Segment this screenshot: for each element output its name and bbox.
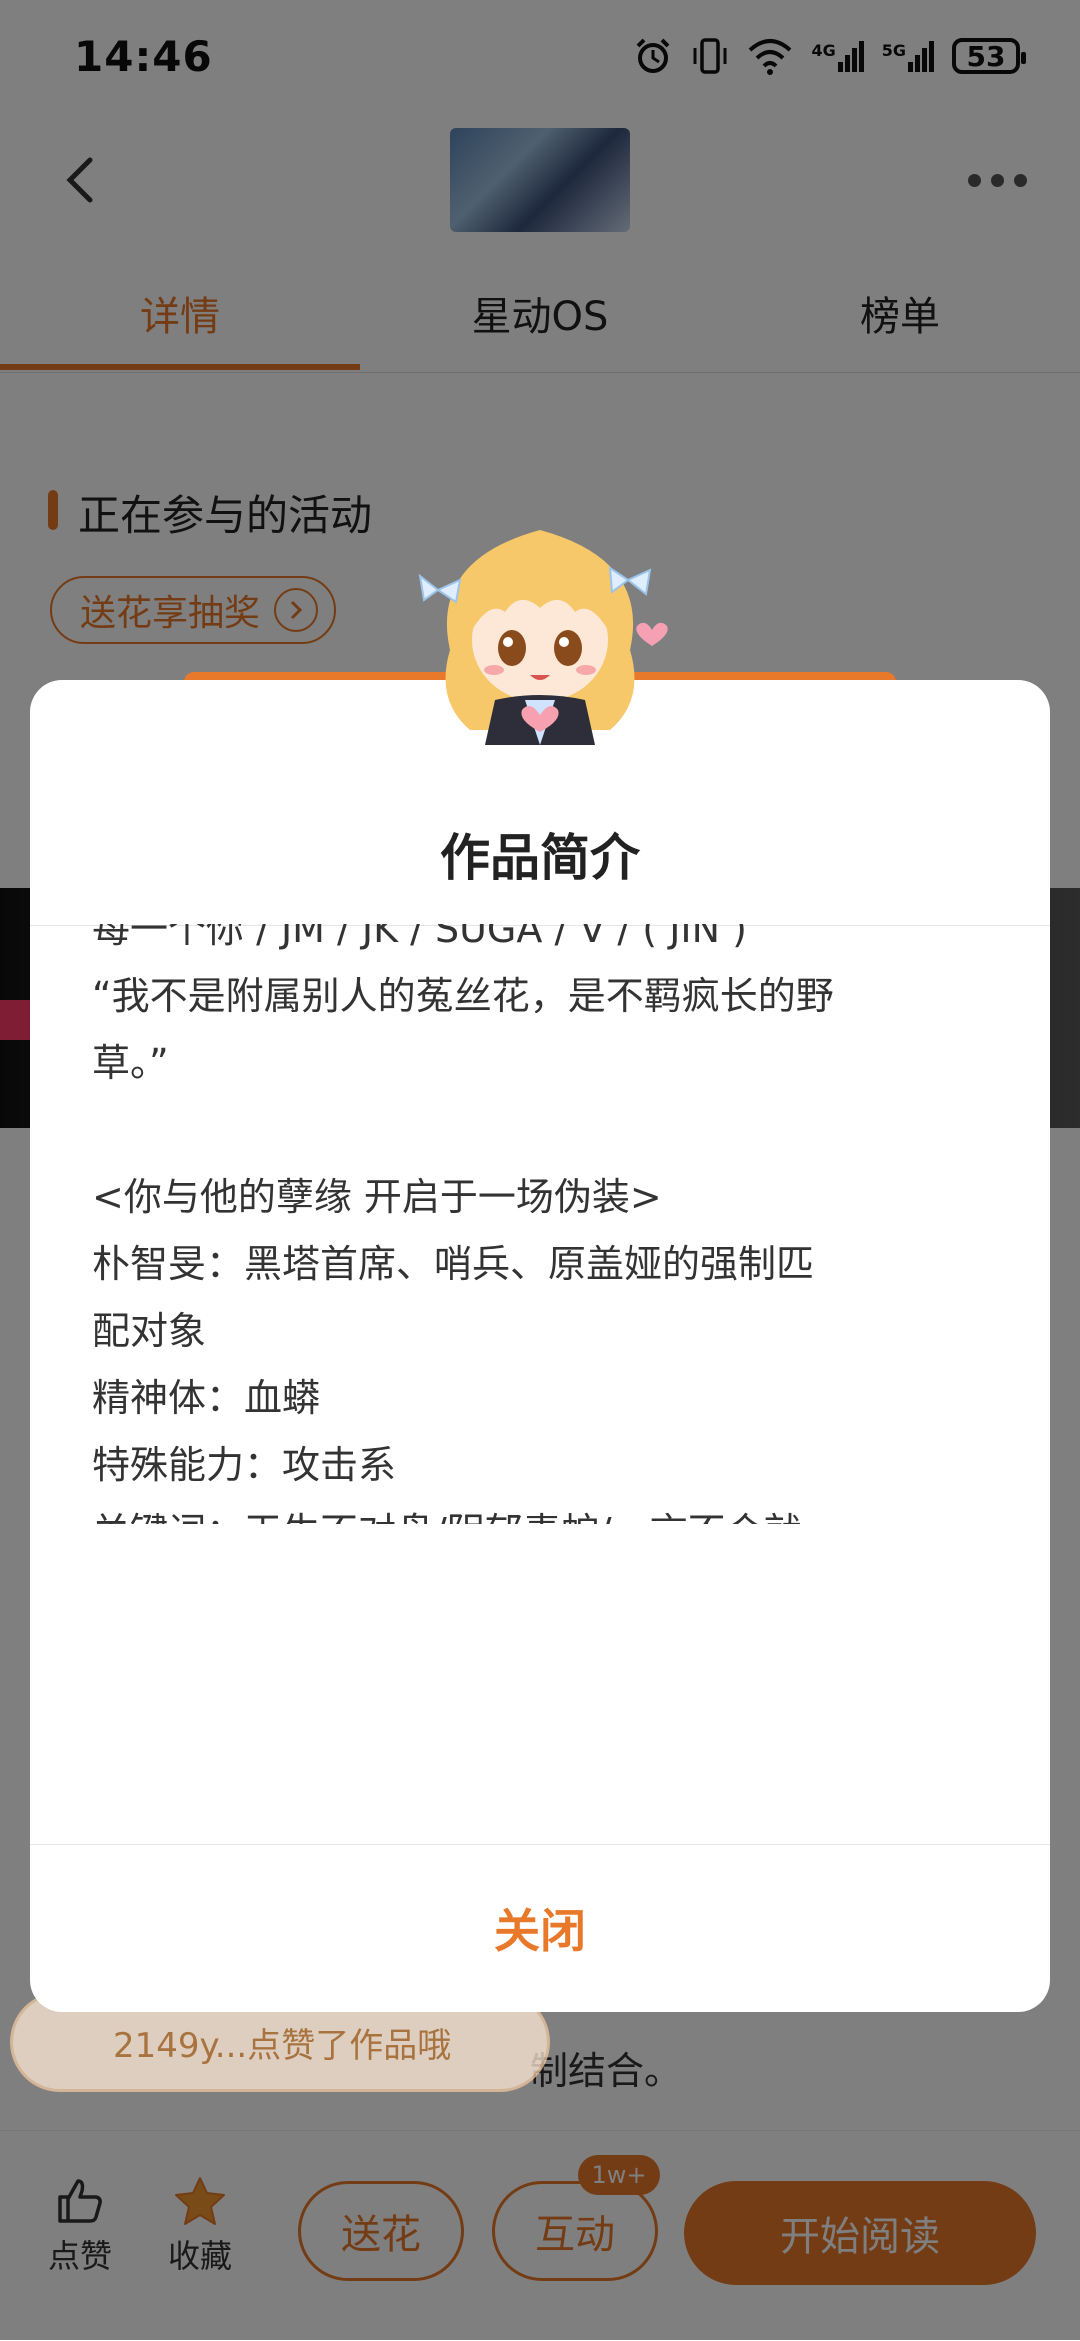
mascot-girl-icon [418, 530, 668, 745]
synopsis-line: “我不是附属别人的菟丝花，是不羁疯长的野 [92, 974, 834, 1018]
synopsis-line: 关键词：天生不对盘/阴郁毒蛇/一言不合就 [92, 1499, 1012, 1524]
synopsis-line: <你与他的孽缘 开启于一场伪装> [92, 1175, 662, 1219]
synopsis-line: 特殊能力：攻击系 [92, 1443, 397, 1487]
synopsis-line: 朴智旻：黑塔首席、哨兵、原盖娅的强制匹 [92, 1242, 815, 1286]
synopsis-line: 每一个你 / JM / JK / SUGA / V / ( JIN ) [92, 924, 747, 951]
synopsis-scroll-area[interactable]: 每一个你 / JM / JK / SUGA / V / ( JIN ) “我不是附… [92, 924, 1012, 1524]
synopsis-line: 配对象 [92, 1309, 207, 1353]
toast-text: 2149y...点赞了作品哦 [113, 2025, 452, 2066]
synopsis-line: 精神体：血蟒 [92, 1376, 321, 1420]
synopsis-dialog: 作品简介 每一个你 / JM / JK / SUGA / V / ( JIN )… [30, 680, 1050, 2012]
synopsis-line [92, 1097, 1012, 1164]
synopsis-line: 草。” [92, 1041, 169, 1085]
dialog-title: 作品简介 [440, 829, 640, 887]
close-button[interactable]: 关闭 [30, 1844, 1050, 2012]
